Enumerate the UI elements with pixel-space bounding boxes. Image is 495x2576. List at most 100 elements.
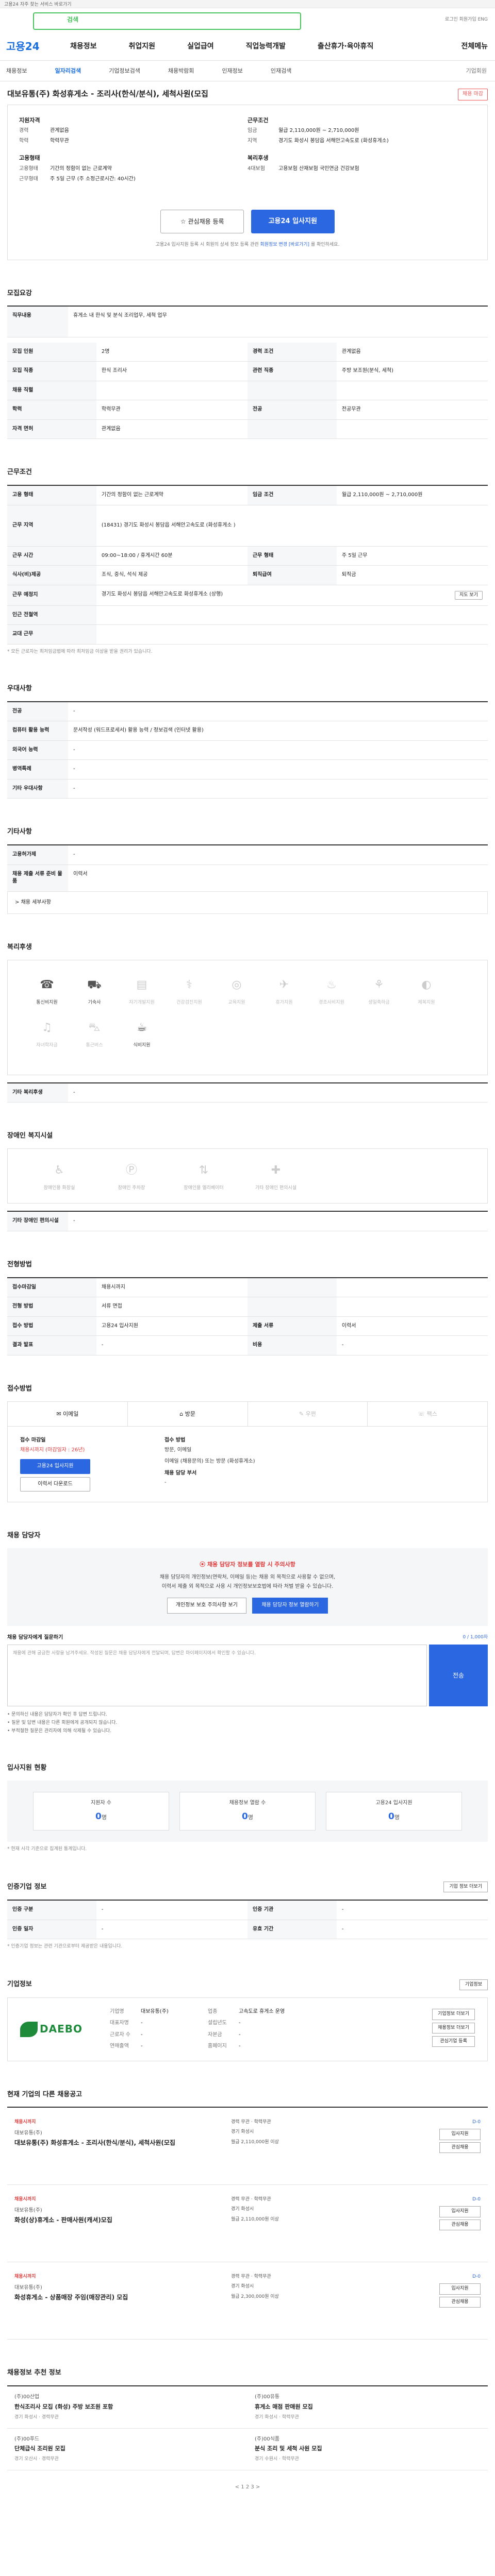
job-company: 대보유통(주) [14, 2285, 42, 2291]
apply-button[interactable]: 고용24 입사지원 [251, 209, 335, 233]
job-title[interactable]: 대보유통(주) 화성휴게소 - 조리사(한식/분식), 세척사원(모집 [14, 2139, 231, 2147]
company-info-button[interactable]: 기업정보 [459, 1979, 488, 1990]
table-header [247, 1297, 337, 1317]
pagination[interactable]: < 1 2 3 > [7, 2484, 488, 2492]
subnav-item[interactable]: 채용정보 [6, 67, 27, 75]
contact-box: ⦿ 채용 담당자 정보를 열람 시 주의사항 채용 담당자의 개인정보(연락처,… [7, 1548, 488, 1626]
top-utility-text[interactable]: 고용24 자주 찾는 서비스 바로가기 [4, 2, 72, 7]
table-cell: 서류 면접 [96, 1297, 248, 1317]
search-button[interactable]: 검색 [67, 15, 78, 24]
table-row: 직무내용 휴게소 내 한식 및 분식 조리업무, 세척 업무 [7, 306, 488, 337]
subnav-item[interactable]: 기업정보검색 [109, 67, 140, 75]
recommend-item[interactable]: (주)00푸드 단체급식 조리원 모집 경기 오산시 · 경력무관 [7, 2429, 248, 2471]
table-header: 관련 직종 [247, 361, 337, 381]
table-header: 학력 [7, 400, 96, 420]
method-visit: ⌂ 방문 [128, 1401, 248, 1427]
recommend-item[interactable]: (주)00식품 분식 조리 및 세척 사원 모집 경기 수원시 · 학력무관 [248, 2429, 488, 2471]
job-item[interactable]: 채용시까지 대보유통(주) 대보유통(주) 화성휴게소 - 조리사(한식/분식), … [7, 2108, 488, 2185]
inquiry-textarea[interactable]: 채용에 관해 궁금한 사항을 남겨주세요. 작성된 질문은 채용 담당자에게 전… [7, 1645, 427, 1707]
summary-value: 주 5일 근무 (주 소정근로시간: 40시간) [50, 176, 136, 182]
inquiry-label: 채용 담당자에게 질문하기 [7, 1634, 63, 1640]
profile-link[interactable]: 회원정보 변경 [바로가기] [260, 242, 310, 247]
summary-key: 고용형태 [19, 166, 38, 172]
job-title[interactable]: 화성휴게소 - 상품매장 주임(매장관리) 모집 [14, 2293, 231, 2302]
welfare-icon: ⛟ [87, 978, 102, 991]
nav-item-jobs[interactable]: 채용정보 [70, 41, 97, 52]
map-button[interactable]: 지도 보기 [455, 590, 483, 600]
subnav-item[interactable]: 인재검색 [271, 67, 291, 75]
section-disability: 장애인 복지시설 ♿ 장애인용 화장실 Ⓟ 장애인 주차장 ⇅ 장애인용 엘리베이터 … [7, 1131, 488, 1231]
resume-download-button[interactable]: 이력서 다운로드 [20, 1477, 90, 1492]
recommend-title[interactable]: 단체급식 조리원 모집 [14, 2445, 240, 2453]
job-meta: 경력 무관 · 학력무관 경기 화성시 월급 2,110,000원 이상 [231, 2119, 386, 2173]
table-cell: 2명 [96, 342, 248, 362]
company-key: 근로자 수 [110, 2031, 130, 2038]
section-title: 모집요강 [7, 289, 32, 297]
summary-key: 지역 [248, 138, 257, 144]
table-cell: 관계없음 [96, 419, 248, 439]
facility-label: 기타 장애인 편의시설 [255, 1185, 297, 1191]
table-cell: - [96, 1900, 248, 1920]
job-action-button[interactable]: 관심채용 [439, 2296, 481, 2308]
inquiry-send-button[interactable]: 전송 [429, 1645, 488, 1707]
table-row: 자격 면허 관계없음 [7, 419, 488, 439]
table-header: 외국어 능력 [7, 740, 68, 760]
favorite-button[interactable]: ☆ 관심채용 등록 [160, 209, 244, 233]
subnav-corporate[interactable]: 기업회원 [466, 67, 487, 75]
site-logo[interactable]: 고용24 [6, 39, 53, 54]
table-cell: (18431) 경기도 화성시 봉담읍 서해안고속도로 (화성휴게소 ) [96, 505, 488, 547]
apply-online-button[interactable]: 고용24 입사지원 [20, 1459, 90, 1474]
company-grid: 기업명 대보유통(주) 업종 고속도로 휴게소 운영 대표자명 - 설립년도 - 근로자… [110, 2008, 432, 2050]
job-action-button[interactable]: 입사지원 [439, 2129, 481, 2140]
recommend-title[interactable]: 휴게소 매점 판매원 모집 [255, 2403, 481, 2411]
recommend-item[interactable]: (주)00유통 휴게소 매점 판매원 모집 경기 화성시 · 학력무관 [248, 2386, 488, 2429]
company-more-button[interactable]: 기업정보 더보기 [432, 2009, 475, 2020]
nav-item-benefit[interactable]: 실업급여 [187, 41, 214, 52]
subnav-item[interactable]: 인재정보 [222, 67, 242, 75]
recommend-title[interactable]: 분식 조리 및 세척 사원 모집 [255, 2445, 481, 2453]
table-header: 접수마감일 [7, 1277, 96, 1298]
detail-toggle[interactable]: > 채용 세부사항 [7, 891, 488, 914]
inquiry-header: 채용 담당자에게 질문하기 0 / 1,000자 [7, 1634, 488, 1642]
table-row: 모집 인원 2명 경력 조건 관계없음 [7, 342, 488, 362]
job-action-button[interactable]: 관심채용 [439, 2219, 481, 2230]
cert-note: * 인증기업 정보는 관련 기관으로부터 제공받은 내용입니다. [7, 1944, 123, 1950]
table-header: 모집 인원 [7, 342, 96, 362]
summary-key: 임금 [248, 128, 257, 134]
nav-item-leave[interactable]: 출산휴가·육아휴직 [318, 41, 373, 52]
nav-item-training[interactable]: 직업능력개발 [246, 41, 286, 52]
job-action-button[interactable]: 관심채용 [439, 2142, 481, 2153]
table-row: 채용 제출 서류 준비 물품 이력서 [7, 865, 488, 892]
nav-item-support[interactable]: 취업지원 [129, 41, 156, 52]
job-action-button[interactable]: 입사지원 [439, 2206, 481, 2217]
table-cell: 채용시까지 [96, 1277, 248, 1298]
company-key: 홈페이지 [208, 2043, 227, 2049]
job-item[interactable]: 채용시까지 대보유통(주) 화성(상)휴게소 - 판매사원(캐셔)모집 경력 무관 ·… [7, 2185, 488, 2263]
view-contact-button[interactable]: 채용 담당자 정보 열람하기 [252, 1598, 328, 1614]
recommend-company: (주)00산업 [14, 2394, 40, 2400]
recommend-item[interactable]: (주)00산업한식조리사 모집 (화성) 주방 보조원 포함경기 화성시 · 경… [7, 2386, 248, 2429]
job-title[interactable]: 화성(상)휴게소 - 판매사원(캐셔)모집 [14, 2216, 231, 2225]
section-company: 기업정보 기업정보 DAEBO 기업명 대보유통(주) 업종 고속도로 휴게소 운영… [7, 1979, 488, 2061]
company-jobs-button[interactable]: 채용정보 더보기 [432, 2022, 475, 2033]
recommend-meta: 경기 화성시 · 경력무관 [14, 2414, 59, 2420]
table-header: 모집 직종 [7, 361, 96, 381]
welfare-label: 교육지원 [228, 999, 245, 1005]
table-header [247, 381, 337, 401]
job-item[interactable]: 채용시까지 대보유통(주) 화성휴게소 - 상품매장 주임(매장관리) 모집 경력 무… [7, 2262, 488, 2340]
job-action-button[interactable]: 입사지원 [439, 2283, 481, 2295]
login-links[interactable]: 로그인 회원가입 ENG [445, 16, 488, 23]
all-menu-button[interactable]: 전체메뉴 [461, 41, 488, 52]
company-fav-button[interactable]: 관심기업 등록 [432, 2036, 475, 2047]
privacy-notice-button[interactable]: 개인정보 보호 주의사항 보기 [167, 1598, 246, 1614]
table-cell: - [68, 845, 488, 865]
job-actions: D-0 입사지원 관심채용 [424, 2274, 481, 2328]
summary-left: 지원자격 경력 관계없음 학력 학력무관 고용형태 고용형태 기간의 정함이 없는 근… [19, 113, 248, 196]
job-left: 채용시까지 대보유통(주) 대보유통(주) 화성휴게소 - 조리사(한식/분식), … [14, 2119, 231, 2173]
recommend-title[interactable]: 한식조리사 모집 (화성) 주방 보조원 포함 [14, 2403, 240, 2411]
job-deadline: 채용시까지 [14, 2274, 36, 2280]
subnav-item-active[interactable]: 일자리검색 [55, 67, 81, 75]
subnav-item[interactable]: 채용박람회 [168, 67, 194, 75]
action-note-text: 를 확인하세요. [310, 242, 340, 247]
cert-more-button[interactable]: 기업 정보 더보기 [443, 1882, 488, 1893]
